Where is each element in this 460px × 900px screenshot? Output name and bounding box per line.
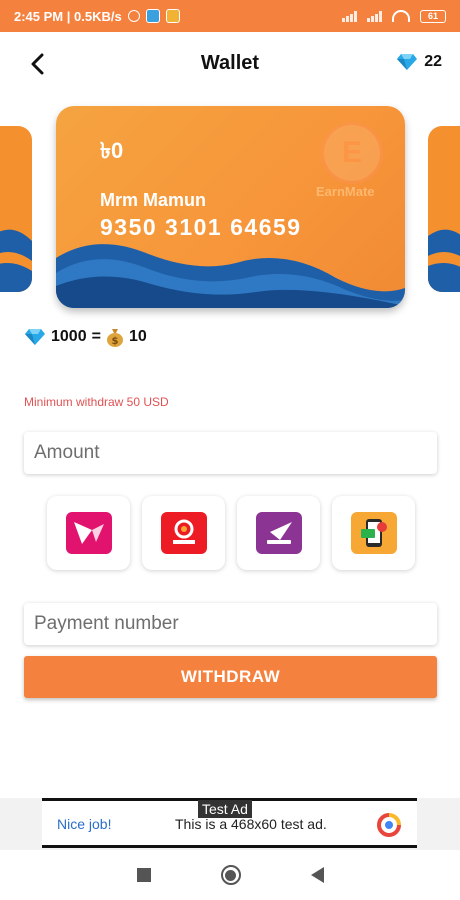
rocket-icon — [255, 512, 302, 554]
method-mobile-recharge[interactable] — [332, 496, 415, 570]
card-brand: EarnMate — [316, 184, 375, 199]
min-withdraw-note: Minimum withdraw 50 USD — [24, 395, 169, 409]
card-balance: ৳0 — [100, 138, 124, 163]
conversion-rate: 1000 = $ 10 — [24, 327, 147, 347]
rate-equals: = — [91, 328, 101, 345]
ad-text[interactable]: This is a 468x60 test ad. — [175, 816, 327, 832]
earnmate-logo: E — [321, 122, 383, 184]
logo-letter: E — [341, 136, 362, 169]
rate-gems: 1000 — [51, 328, 87, 345]
card-number: 9350 3101 64659 — [100, 214, 302, 240]
diamond-icon — [397, 54, 418, 70]
page-title: Wallet — [200, 52, 260, 74]
payment-methods — [47, 496, 415, 570]
method-rocket[interactable] — [237, 496, 320, 570]
ad-choices-icon[interactable] — [376, 812, 402, 838]
wallet-card[interactable]: E EarnMate ৳0 Mrm Mamun 9350 3101 64659 — [56, 106, 405, 308]
status-time: 2:45 PM | 0.5KB/s — [14, 8, 122, 24]
gem-balance: 22 — [396, 53, 442, 71]
amount-input[interactable]: Amount — [24, 432, 437, 474]
dnd-icon — [127, 10, 140, 22]
mobile-recharge-icon — [350, 512, 397, 554]
diamond-icon — [25, 329, 45, 345]
side-card-left[interactable] — [0, 126, 32, 292]
ad-nice-text[interactable]: Nice job! — [57, 816, 111, 832]
card-holder-name: Mrm Mamun — [100, 190, 207, 210]
signal-icon — [342, 10, 357, 22]
withdraw-button[interactable]: WITHDRAW — [24, 656, 437, 698]
card-carousel[interactable]: E EarnMate ৳0 Mrm Mamun 9350 3101 64659 — [0, 106, 460, 312]
nagad-icon — [160, 512, 207, 554]
wifi-icon — [392, 10, 410, 22]
battery-icon: 61 — [420, 9, 446, 23]
svg-text:$: $ — [111, 336, 118, 347]
system-nav-bar — [0, 850, 460, 900]
signal-icon-2 — [367, 10, 382, 22]
method-bkash[interactable] — [47, 496, 130, 570]
status-right: 61 — [342, 9, 446, 23]
home-icon[interactable] — [220, 865, 241, 885]
recents-icon[interactable] — [136, 868, 151, 882]
app-notification-icon-2 — [165, 9, 180, 23]
method-nagad[interactable] — [142, 496, 225, 570]
rate-money: 10 — [128, 328, 147, 345]
app-header: Wallet 22 — [0, 32, 460, 94]
back-nav-icon[interactable] — [310, 867, 324, 883]
app-notification-icon — [145, 9, 160, 23]
payment-number-input[interactable]: Payment number — [24, 603, 437, 645]
bkash-icon — [65, 512, 112, 554]
status-bar: 2:45 PM | 0.5KB/s 61 — [0, 0, 460, 32]
status-left: 2:45 PM | 0.5KB/s — [14, 9, 180, 24]
money-bag-icon: $ — [106, 329, 123, 347]
side-card-right[interactable] — [428, 126, 460, 292]
gem-count-value: 22 — [424, 53, 442, 70]
